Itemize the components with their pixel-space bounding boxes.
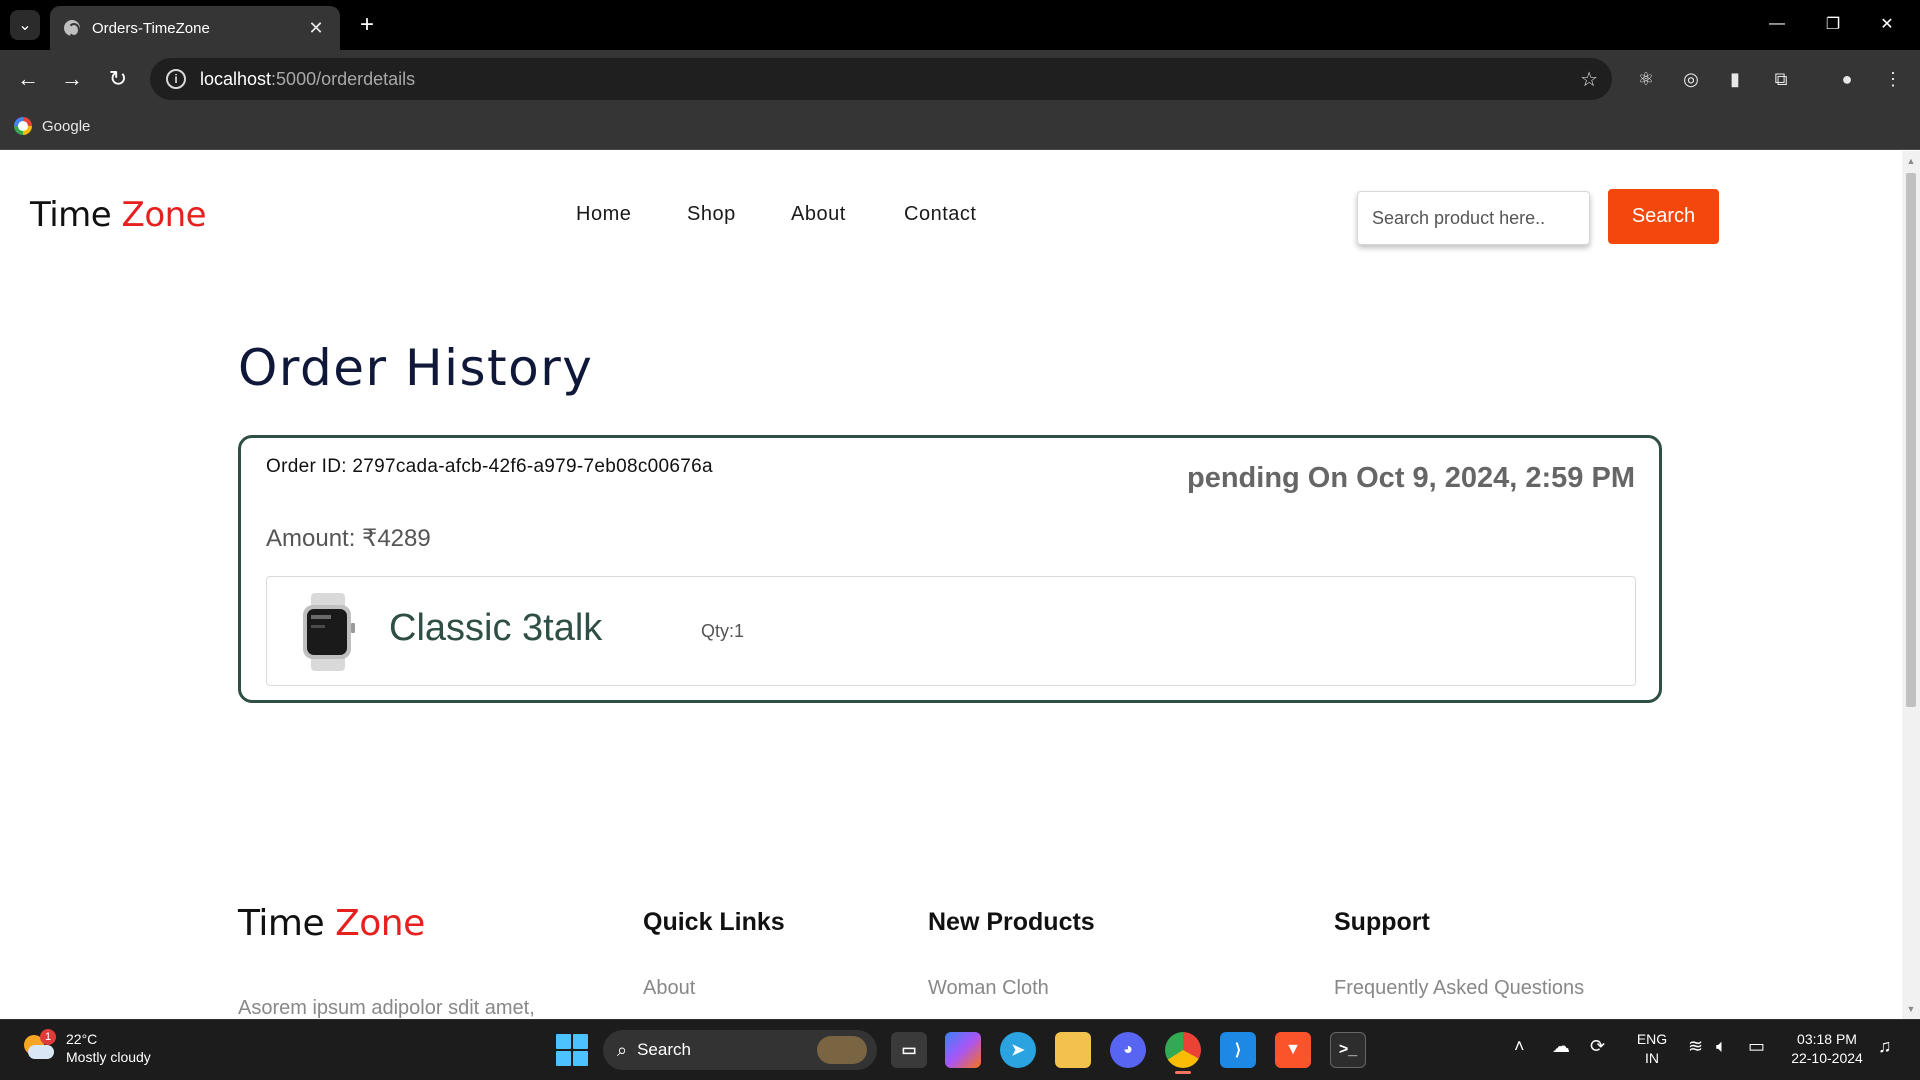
search-icon: ⌕ [617,1039,628,1060]
tab-title: Orders-TimeZone [92,19,210,37]
footer-logo[interactable]: Time Zone [238,903,425,944]
site-info-icon[interactable]: i [166,69,186,89]
browser-tab-bar: ⌄ Orders-TimeZone ✕ + — ❐ ✕ [0,0,1920,50]
taskbar-search-label: Search [637,1040,691,1059]
logo-word-zone: Zone [121,195,207,235]
browser-tab[interactable]: Orders-TimeZone ✕ [50,6,340,50]
wifi-icon[interactable]: ≋ [1688,1036,1703,1057]
close-window-icon[interactable]: ✕ [1862,8,1912,40]
discord-icon[interactable]: ◕ [1110,1032,1146,1068]
volume-icon[interactable]: 🔈︎ [1716,1036,1727,1057]
onedrive-cloud-icon[interactable]: ☁ [1552,1036,1570,1057]
profile-avatar-icon[interactable]: ● [1832,64,1862,94]
vscode-icon[interactable]: ⟩ [1220,1032,1256,1068]
bookmark-star-icon[interactable]: ☆ [1580,67,1598,92]
brave-icon[interactable]: ▼ [1275,1032,1311,1068]
battery-icon[interactable]: ▭ [1748,1036,1765,1057]
tab-close-icon[interactable]: ✕ [306,18,326,39]
chrome-icon[interactable] [1165,1032,1201,1074]
target-extension-icon[interactable]: ◎ [1676,64,1706,94]
forward-arrow-icon[interactable]: → [54,62,90,96]
notification-bell-icon[interactable]: ♫ [1878,1036,1892,1057]
footer-link-faq[interactable]: Frequently Asked Questions [1334,977,1584,1000]
order-item-row: Classic 3talk Qty:1 [266,576,1636,686]
order-id: Order ID: 2797cada-afcb-42f6-a979-7eb08c… [266,456,713,477]
url-path: :5000/orderdetails [271,68,416,89]
restore-icon[interactable]: ❐ [1808,8,1858,40]
url-host: localhost [200,68,272,89]
language-indicator[interactable]: ENG IN [1634,1030,1670,1068]
file-explorer-icon[interactable] [1055,1032,1091,1068]
nav-contact[interactable]: Contact [904,203,976,226]
product-search-input[interactable] [1357,191,1590,245]
nav-about[interactable]: About [791,203,846,226]
order-card: Order ID: 2797cada-afcb-42f6-a979-7eb08c… [238,435,1662,703]
page-title: Order History [238,339,594,397]
logo-word-time: Time [30,195,112,235]
windows-start-icon[interactable] [556,1034,588,1066]
clock-date: 22-10-2024 [1791,1050,1863,1066]
taskbar-search[interactable]: ⌕ Search [603,1030,877,1070]
order-status: pending On Oct 9, 2024, 2:59 PM [1186,462,1635,494]
task-view-icon[interactable]: ▭ [891,1032,927,1068]
nav-home[interactable]: Home [576,203,631,226]
windows-taskbar: 1 22°C Mostly cloudy ⌕ Search ▭ ➤ ◕ ⟩ ▼ … [0,1019,1920,1080]
reload-icon[interactable]: ↻ [100,62,136,96]
product-quantity: Qty:1 [701,621,745,641]
tab-search-chevron-icon[interactable]: ⌄ [10,10,40,40]
search-highlight-image [817,1036,867,1064]
globe-icon [64,20,80,37]
page-viewport: Time Zone Home Shop About Contact Search… [0,151,1902,1019]
scroll-up-arrow-icon[interactable]: ▲ [1906,156,1916,166]
footer-logo-word-time: Time [238,903,325,944]
order-amount: Amount: ₹4289 [266,525,431,552]
footer-link-woman-cloth[interactable]: Woman Cloth [928,977,1049,1000]
scroll-down-arrow-icon[interactable]: ▼ [1906,1004,1916,1014]
scrollbar-thumb[interactable] [1906,173,1916,707]
page-scrollbar[interactable]: ▲ ▼ [1902,151,1920,1019]
weather-temperature: 22°C [66,1031,98,1047]
bookmark-label: Google [42,117,91,135]
search-button[interactable]: Search [1608,189,1719,244]
clipboard-extension-icon[interactable]: ▮ [1720,64,1750,94]
clock-time: 03:18 PM [1797,1031,1857,1047]
site-logo[interactable]: Time Zone [30,195,207,235]
product-name[interactable]: Classic 3talk [389,607,602,650]
weather-badge: 1 [40,1029,56,1045]
terminal-icon[interactable]: >_ [1330,1032,1366,1068]
copilot-icon[interactable] [945,1032,981,1068]
new-tab-button[interactable]: + [352,10,382,40]
address-bar[interactable]: i localhost:5000/orderdetails ☆ [150,58,1612,100]
language-code: ENG [1636,1031,1668,1047]
react-devtools-icon[interactable]: ⚛ [1631,64,1661,94]
smartwatch-product-image [303,593,355,671]
back-arrow-icon[interactable]: ← [10,62,46,96]
tray-overflow-chevron-icon[interactable]: ˄ [1514,1036,1525,1057]
footer-link-about[interactable]: About [643,977,695,1000]
nav-shop[interactable]: Shop [687,203,736,226]
browser-toolbar: ← → ↻ i localhost:5000/orderdetails ☆ ⚛ … [0,50,1920,108]
region-code: IN [1645,1050,1659,1066]
weather-widget[interactable]: 1 22°C Mostly cloudy [22,1029,151,1066]
browser-menu-icon[interactable]: ⋮ [1878,64,1908,94]
footer-description: Asorem ipsum adipolor sdit amet, [238,997,535,1019]
bookmarks-bar: Google [0,108,1920,150]
clock[interactable]: 03:18 PM 22-10-2024 [1782,1030,1872,1068]
weather-condition: Mostly cloudy [66,1049,151,1065]
footer-logo-word-zone: Zone [335,903,425,944]
footer-heading-new-products: New Products [928,908,1095,936]
footer-heading-quick-links: Quick Links [643,908,785,936]
bookmark-google[interactable]: Google [14,117,90,135]
footer-heading-support: Support [1334,908,1430,936]
telegram-icon[interactable]: ➤ [1000,1032,1036,1068]
sync-icon[interactable]: ⟳ [1590,1036,1605,1057]
google-icon [14,117,32,135]
extensions-puzzle-icon[interactable]: ⧉ [1766,64,1796,94]
partly-cloudy-icon: 1 [22,1029,56,1063]
minimize-icon[interactable]: — [1752,8,1802,40]
